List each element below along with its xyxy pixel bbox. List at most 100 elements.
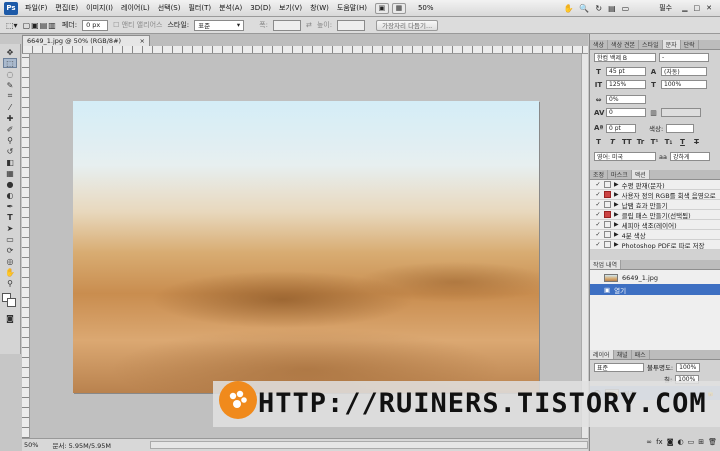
document-tab[interactable]: 6649_1.jpg @ 50% (RGB/8#) × xyxy=(22,35,150,46)
rotate-view-icon[interactable]: ↻ xyxy=(595,4,602,13)
expand-triangle-icon[interactable]: ▶ xyxy=(614,191,619,198)
tab-paragraph[interactable]: 단락 xyxy=(681,40,699,49)
check-icon[interactable]: ✓ xyxy=(594,231,602,239)
bridge-button[interactable]: ▣ xyxy=(374,2,389,14)
antialias-checkbox[interactable]: ☐ 앤티 앨리어스 xyxy=(113,20,162,30)
healing-icon[interactable]: ✚ xyxy=(3,113,17,123)
refine-edge-button[interactable]: 가장자리 다듬기... xyxy=(376,19,439,31)
menu-analysis[interactable]: 분석(A) xyxy=(215,3,246,13)
tab-styles[interactable]: 스타일 xyxy=(639,40,663,49)
tab-history[interactable]: 작업 내역 xyxy=(590,260,621,269)
faux-italic-button[interactable]: T xyxy=(608,138,617,146)
tab-layers[interactable]: 레이어 xyxy=(590,350,614,359)
menu-help[interactable]: 도움말(H) xyxy=(333,3,371,13)
history-brush-icon[interactable]: ↺ xyxy=(3,146,17,156)
list-item[interactable]: ✓ ▶ 세피아 색조(레이어) xyxy=(590,220,720,230)
horizontal-scrollbar[interactable] xyxy=(150,441,588,449)
check-icon[interactable]: ✓ xyxy=(594,221,602,229)
close-icon[interactable]: ✕ xyxy=(706,4,712,12)
dialog-toggle[interactable] xyxy=(604,221,611,228)
menu-view[interactable]: 보기(V) xyxy=(275,3,306,13)
hand-icon[interactable]: ✋ xyxy=(3,267,17,277)
check-icon[interactable]: ✓ xyxy=(594,211,602,219)
feather-input[interactable]: 0 px xyxy=(82,19,109,31)
selection-mode-icons[interactable]: ▢▣▤▥ xyxy=(23,21,57,30)
tab-character[interactable]: 문자 xyxy=(662,40,681,49)
screen-mode-icon[interactable]: ▭ xyxy=(622,4,630,13)
check-icon[interactable]: ✓ xyxy=(594,191,602,199)
tab-adjustments[interactable]: 조정 xyxy=(590,170,609,179)
new-layer-icon[interactable]: ⊞ xyxy=(698,438,704,450)
faux-bold-button[interactable]: T xyxy=(594,138,603,146)
shape-icon[interactable]: ▭ xyxy=(3,234,17,244)
menu-select[interactable]: 선택(S) xyxy=(154,3,185,13)
eraser-icon[interactable]: ◧ xyxy=(3,157,17,167)
underline-button[interactable]: T xyxy=(678,138,687,146)
close-document-icon[interactable]: × xyxy=(140,37,145,45)
expand-triangle-icon[interactable]: ▶ xyxy=(614,221,619,228)
dialog-toggle[interactable] xyxy=(604,201,611,208)
marquee-icon[interactable]: ⬚ xyxy=(3,58,17,68)
baseline-input[interactable]: 0 pt xyxy=(606,123,636,133)
menu-file[interactable]: 파일(F) xyxy=(21,3,51,13)
tracking-input[interactable]: 0% xyxy=(606,95,646,104)
tool-preset-icon[interactable]: ⬚▾ xyxy=(6,21,18,30)
sand-photo[interactable] xyxy=(73,101,539,393)
workspace-switcher[interactable]: 필수 xyxy=(655,3,676,13)
menu-layer[interactable]: 레이어(L) xyxy=(117,3,154,13)
expand-triangle-icon[interactable]: ▶ xyxy=(614,211,619,218)
tab-actions[interactable]: 액션 xyxy=(631,170,650,179)
menu-image[interactable]: 이미지(I) xyxy=(82,3,117,13)
check-icon[interactable]: ✓ xyxy=(594,181,602,189)
dialog-toggle[interactable] xyxy=(604,191,611,198)
menu-filter[interactable]: 필터(T) xyxy=(184,3,215,13)
lasso-icon[interactable]: ◌ xyxy=(3,69,17,79)
minibridge-button[interactable]: ▦ xyxy=(391,2,406,14)
list-item[interactable]: ✓ ▶ 4분 색상 xyxy=(590,230,720,240)
color-swatches[interactable] xyxy=(2,293,18,309)
quick-select-icon[interactable]: ✎ xyxy=(3,80,17,90)
expand-triangle-icon[interactable]: ▶ xyxy=(614,241,619,248)
list-item[interactable]: ✓ ▶ 사용자 정의 RGB를 회색 음영으로 xyxy=(590,190,720,200)
tab-channels[interactable]: 채널 xyxy=(614,350,632,359)
vertical-scale-input[interactable]: 125% xyxy=(606,80,646,89)
link-icon[interactable]: ∞ xyxy=(646,438,652,450)
zoom-icon[interactable]: ⚲ xyxy=(3,278,17,288)
swap-icon[interactable]: ⇄ xyxy=(306,21,312,29)
horizontal-scale-input[interactable]: 100% xyxy=(661,80,707,89)
blend-mode-select[interactable]: 표준 xyxy=(594,362,644,372)
history-snapshot[interactable]: 6649_1.jpg xyxy=(590,272,714,283)
3d-rotate-icon[interactable]: ⟳ xyxy=(3,245,17,255)
menu-3d[interactable]: 3D(D) xyxy=(246,4,275,12)
list-item[interactable]: ✓ ▶ 수평 판재(문자) xyxy=(590,180,720,190)
expand-triangle-icon[interactable]: ▶ xyxy=(614,201,619,208)
dialog-toggle[interactable] xyxy=(604,231,611,238)
tsume-input[interactable] xyxy=(661,108,701,117)
stamp-icon[interactable]: ⚲ xyxy=(3,135,17,145)
history-step[interactable]: ▣ 열기 xyxy=(590,284,720,295)
minimize-icon[interactable]: ▁ xyxy=(682,4,687,12)
leading-input[interactable]: (자동) xyxy=(661,67,707,76)
list-item[interactable]: ✓ ▶ 클립 패스 만들기(선택됨) xyxy=(590,210,720,220)
language-select[interactable]: 영어: 미국 xyxy=(594,152,656,161)
all-caps-button[interactable]: TT xyxy=(622,138,632,146)
gradient-icon[interactable]: ▦ xyxy=(3,168,17,178)
quick-mask-icon[interactable]: ◙ xyxy=(3,313,17,323)
path-select-icon[interactable]: ➤ xyxy=(3,223,17,233)
zoom-level-select[interactable]: 50% xyxy=(414,4,438,12)
pen-icon[interactable]: ✒ xyxy=(3,201,17,211)
menu-window[interactable]: 창(W) xyxy=(306,3,333,13)
small-caps-button[interactable]: Tr xyxy=(636,138,645,146)
arrange-docs-icon[interactable]: ▤ xyxy=(608,4,616,13)
expand-triangle-icon[interactable]: ▶ xyxy=(614,231,619,238)
style-select[interactable]: 표준 ▾ xyxy=(194,19,245,31)
kerning-input[interactable]: 0 xyxy=(606,108,646,117)
opacity-input[interactable]: 100% xyxy=(676,362,701,372)
horizontal-ruler[interactable] xyxy=(22,46,588,54)
background-color-swatch[interactable] xyxy=(7,298,16,307)
expand-triangle-icon[interactable]: ▶ xyxy=(614,181,619,188)
tab-masks[interactable]: 마스크 xyxy=(608,170,632,179)
dodge-icon[interactable]: ◐ xyxy=(3,190,17,200)
font-style-select[interactable]: - xyxy=(659,53,709,62)
move-icon[interactable]: ✥ xyxy=(3,47,17,57)
